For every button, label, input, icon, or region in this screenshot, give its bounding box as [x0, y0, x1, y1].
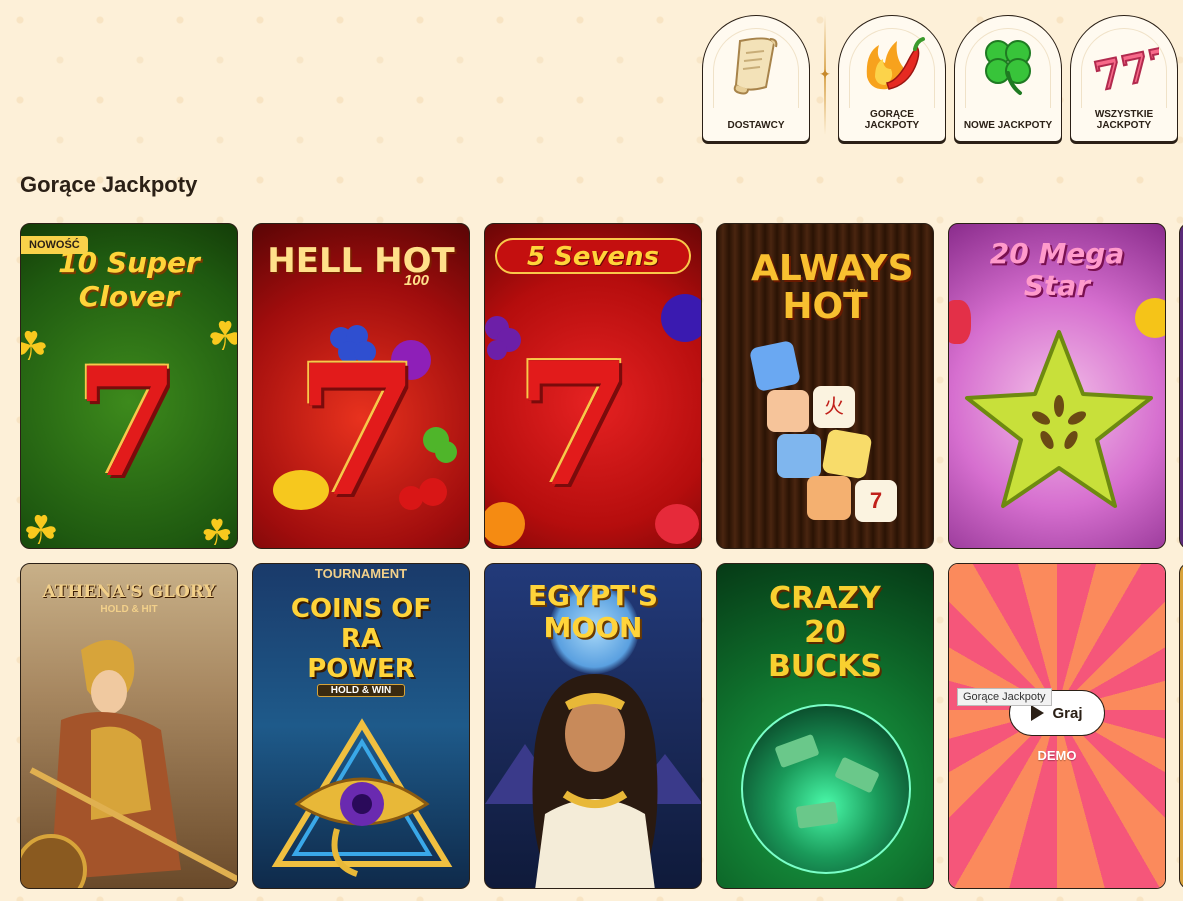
game-card-always-hot[interactable]: ALWAYS HOT ™ 火 7	[716, 223, 934, 549]
star-fruit-icon	[965, 330, 1153, 508]
game-title: HELL HOT	[267, 241, 455, 281]
game-card-10-super-clover[interactable]: NOWOŚĆ 10 Super Clover ☘ ☘ ☘ ☘ 7	[20, 223, 238, 549]
demo-link[interactable]: DEMO	[949, 748, 1165, 763]
play-icon	[1031, 705, 1045, 721]
clover-icon: ☘	[200, 512, 233, 549]
game-card-hovered[interactable]: Gorące Jackpoty Graj DEMO	[948, 563, 1166, 889]
game-card-5-sevens[interactable]: 5 Sevens 7	[484, 223, 702, 549]
seven-symbol: 7	[515, 325, 634, 525]
category-hot-jackpots[interactable]: GORĄCE JACKPOTY	[838, 15, 946, 142]
queen-artwork	[485, 674, 701, 888]
game-card-20-mega-star[interactable]: 20 Mega Star	[948, 223, 1166, 549]
game-title: COINS OF RA POWER	[290, 594, 432, 684]
game-card-hell-hot-100[interactable]: HELL HOT 100 7	[252, 223, 470, 549]
seven-symbol: 7	[75, 335, 180, 511]
game-card-athenas-glory[interactable]: ATHENA'S GLORY HOLD & HIT	[20, 563, 238, 889]
game-title: 5 Sevens	[526, 242, 660, 272]
game-card-coins-of-ra-power[interactable]: TOURNAMENT COINS OF RA POWER HOLD & WIN	[252, 563, 470, 889]
trademark-label: ™	[849, 288, 859, 299]
game-title: ALWAYS HOT	[751, 248, 914, 327]
tournament-label: TOURNAMENT	[314, 566, 408, 581]
new-badge: NOWOŚĆ	[21, 236, 88, 254]
category-providers[interactable]: DOSTAWCY	[702, 15, 810, 142]
crystal-ball	[741, 704, 911, 874]
category-label: DOSTAWCY	[727, 120, 785, 131]
triple-seven-icon: 777	[1084, 30, 1164, 100]
chili-pepper-icon	[852, 30, 932, 100]
clover-icon: ☘	[21, 324, 49, 370]
warrior-artwork	[21, 640, 237, 888]
clover-icon: ☘	[23, 509, 59, 549]
eye-of-ra-icon	[271, 718, 453, 877]
category-new-jackpots[interactable]: NOWE JACKPOTY	[954, 15, 1062, 142]
play-label: Graj	[1052, 704, 1083, 722]
sparkle-icon: ✦	[819, 66, 831, 82]
game-title: EGYPT'S MOON	[527, 579, 659, 644]
game-title: 10 Super Clover	[58, 246, 200, 313]
game-card-egypts-moon[interactable]: EGYPT'S MOON	[484, 563, 702, 889]
game-title: CRAZY 20 BUCKS	[767, 581, 883, 684]
category-nav: DOSTAWCY GORĄCE JACKPOTY NOWE JACKPOTY 7…	[702, 15, 1178, 142]
games-grid: NOWOŚĆ 10 Super Clover ☘ ☘ ☘ ☘ 7 HELL HO…	[20, 223, 1166, 889]
svg-text:777: 777	[1090, 37, 1159, 97]
clover-icon	[968, 30, 1048, 100]
category-label: GORĄCE JACKPOTY	[864, 109, 920, 131]
game-subtitle: HOLD & HIT	[100, 604, 158, 615]
category-label: WSZYSTKIE JACKPOTY	[1094, 109, 1154, 131]
game-title: 20 Mega Star	[989, 237, 1125, 302]
next-game-card-peek[interactable]	[1179, 223, 1183, 549]
category-all-jackpots[interactable]: 777 WSZYSTKIE JACKPOTY	[1070, 15, 1178, 142]
scroll-icon	[716, 30, 796, 100]
next-game-card-peek[interactable]	[1179, 563, 1183, 889]
section-title: Gorące Jackpoty	[20, 172, 198, 197]
clover-icon: ☘	[207, 314, 237, 360]
game-subtitle: HOLD & WIN	[317, 684, 405, 697]
game-subtitle: 100	[403, 272, 429, 289]
game-title: ATHENA'S GLORY	[42, 582, 216, 602]
category-label: NOWE JACKPOTY	[963, 120, 1053, 131]
game-card-crazy-20-bucks[interactable]: CRAZY 20 BUCKS	[716, 563, 934, 889]
tooltip: Gorące Jackpoty	[957, 688, 1052, 706]
seven-symbol: 7	[295, 326, 421, 537]
